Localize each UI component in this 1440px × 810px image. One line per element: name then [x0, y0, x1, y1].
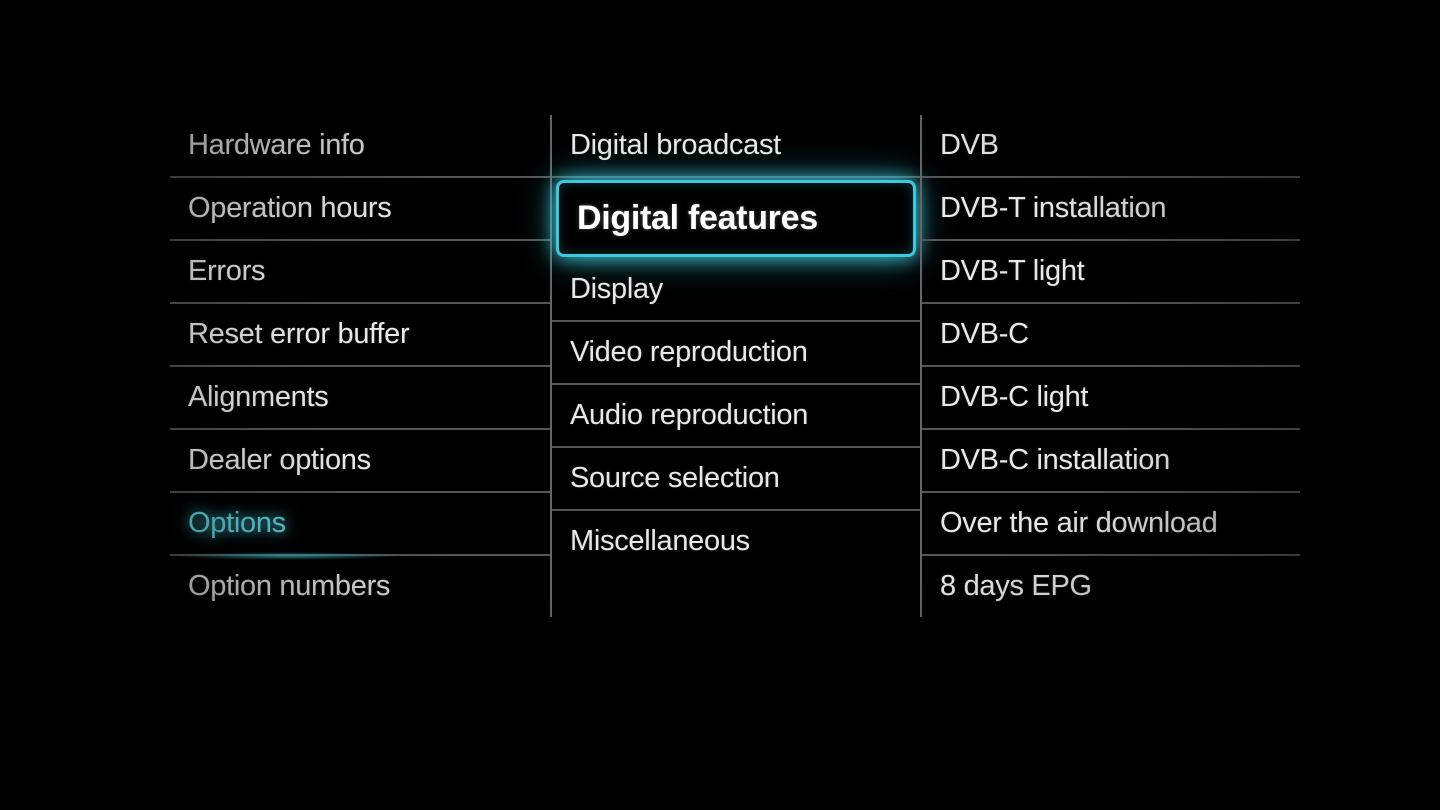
menu-item-label: Miscellaneous [570, 525, 750, 557]
menu-item-label: 8 days EPG [940, 570, 1092, 602]
menu-item-label: DVB-T light [940, 255, 1084, 287]
service-menu: Hardware info Operation hours Errors Res… [170, 115, 1300, 617]
menu-item-errors[interactable]: Errors [170, 241, 550, 304]
menu-item-dvb[interactable]: DVB [922, 115, 1300, 178]
menu-item-label: Digital features [577, 199, 818, 237]
menu-column-3: DVB DVB-T installation DVB-T light DVB-C… [920, 115, 1300, 617]
menu-item-label: Option numbers [188, 570, 390, 602]
menu-item-operation-hours[interactable]: Operation hours [170, 178, 550, 241]
menu-item-dvb-c-installation[interactable]: DVB-C installation [922, 430, 1300, 493]
menu-item-label: Digital broadcast [570, 129, 781, 161]
menu-item-audio-reproduction[interactable]: Audio reproduction [552, 385, 920, 448]
menu-item-label: Audio reproduction [570, 399, 808, 431]
menu-item-dvb-t-installation[interactable]: DVB-T installation [922, 178, 1300, 241]
menu-item-label: Alignments [188, 381, 328, 413]
menu-item-label: Reset error buffer [188, 318, 409, 350]
menu-column-1: Hardware info Operation hours Errors Res… [170, 115, 550, 617]
menu-item-dvb-c-light[interactable]: DVB-C light [922, 367, 1300, 430]
menu-item-options[interactable]: Options [170, 493, 550, 556]
menu-item-miscellaneous[interactable]: Miscellaneous [552, 511, 920, 572]
menu-item-label: Dealer options [188, 444, 371, 476]
menu-item-label: Errors [188, 255, 265, 287]
menu-item-label: Options [188, 507, 286, 539]
menu-item-reset-error-buffer[interactable]: Reset error buffer [170, 304, 550, 367]
menu-item-digital-broadcast[interactable]: Digital broadcast [552, 115, 920, 178]
menu-item-label: Display [570, 273, 663, 305]
menu-item-label: Operation hours [188, 192, 391, 224]
menu-item-label: Source selection [570, 462, 780, 494]
menu-item-dvb-c[interactable]: DVB-C [922, 304, 1300, 367]
menu-item-display[interactable]: Display [552, 259, 920, 322]
menu-item-label: DVB-T installation [940, 192, 1166, 224]
menu-item-label: DVB [940, 129, 999, 161]
menu-item-8-days-epg[interactable]: 8 days EPG [922, 556, 1300, 617]
menu-item-label: Over the air download [940, 507, 1217, 539]
menu-item-dealer-options[interactable]: Dealer options [170, 430, 550, 493]
menu-item-label: DVB-C installation [940, 444, 1170, 476]
menu-item-label: Hardware info [188, 129, 365, 161]
menu-item-label: Video reproduction [570, 336, 808, 368]
menu-item-video-reproduction[interactable]: Video reproduction [552, 322, 920, 385]
menu-item-dvb-t-light[interactable]: DVB-T light [922, 241, 1300, 304]
menu-item-source-selection[interactable]: Source selection [552, 448, 920, 511]
menu-item-label: DVB-C [940, 318, 1029, 350]
menu-item-hardware-info[interactable]: Hardware info [170, 115, 550, 178]
menu-item-digital-features[interactable]: Digital features [556, 180, 916, 257]
menu-item-over-the-air-download[interactable]: Over the air download [922, 493, 1300, 556]
menu-item-option-numbers[interactable]: Option numbers [170, 556, 550, 617]
menu-column-2: Digital broadcast Digital features Displ… [550, 115, 920, 617]
menu-item-label: DVB-C light [940, 381, 1088, 413]
menu-item-alignments[interactable]: Alignments [170, 367, 550, 430]
